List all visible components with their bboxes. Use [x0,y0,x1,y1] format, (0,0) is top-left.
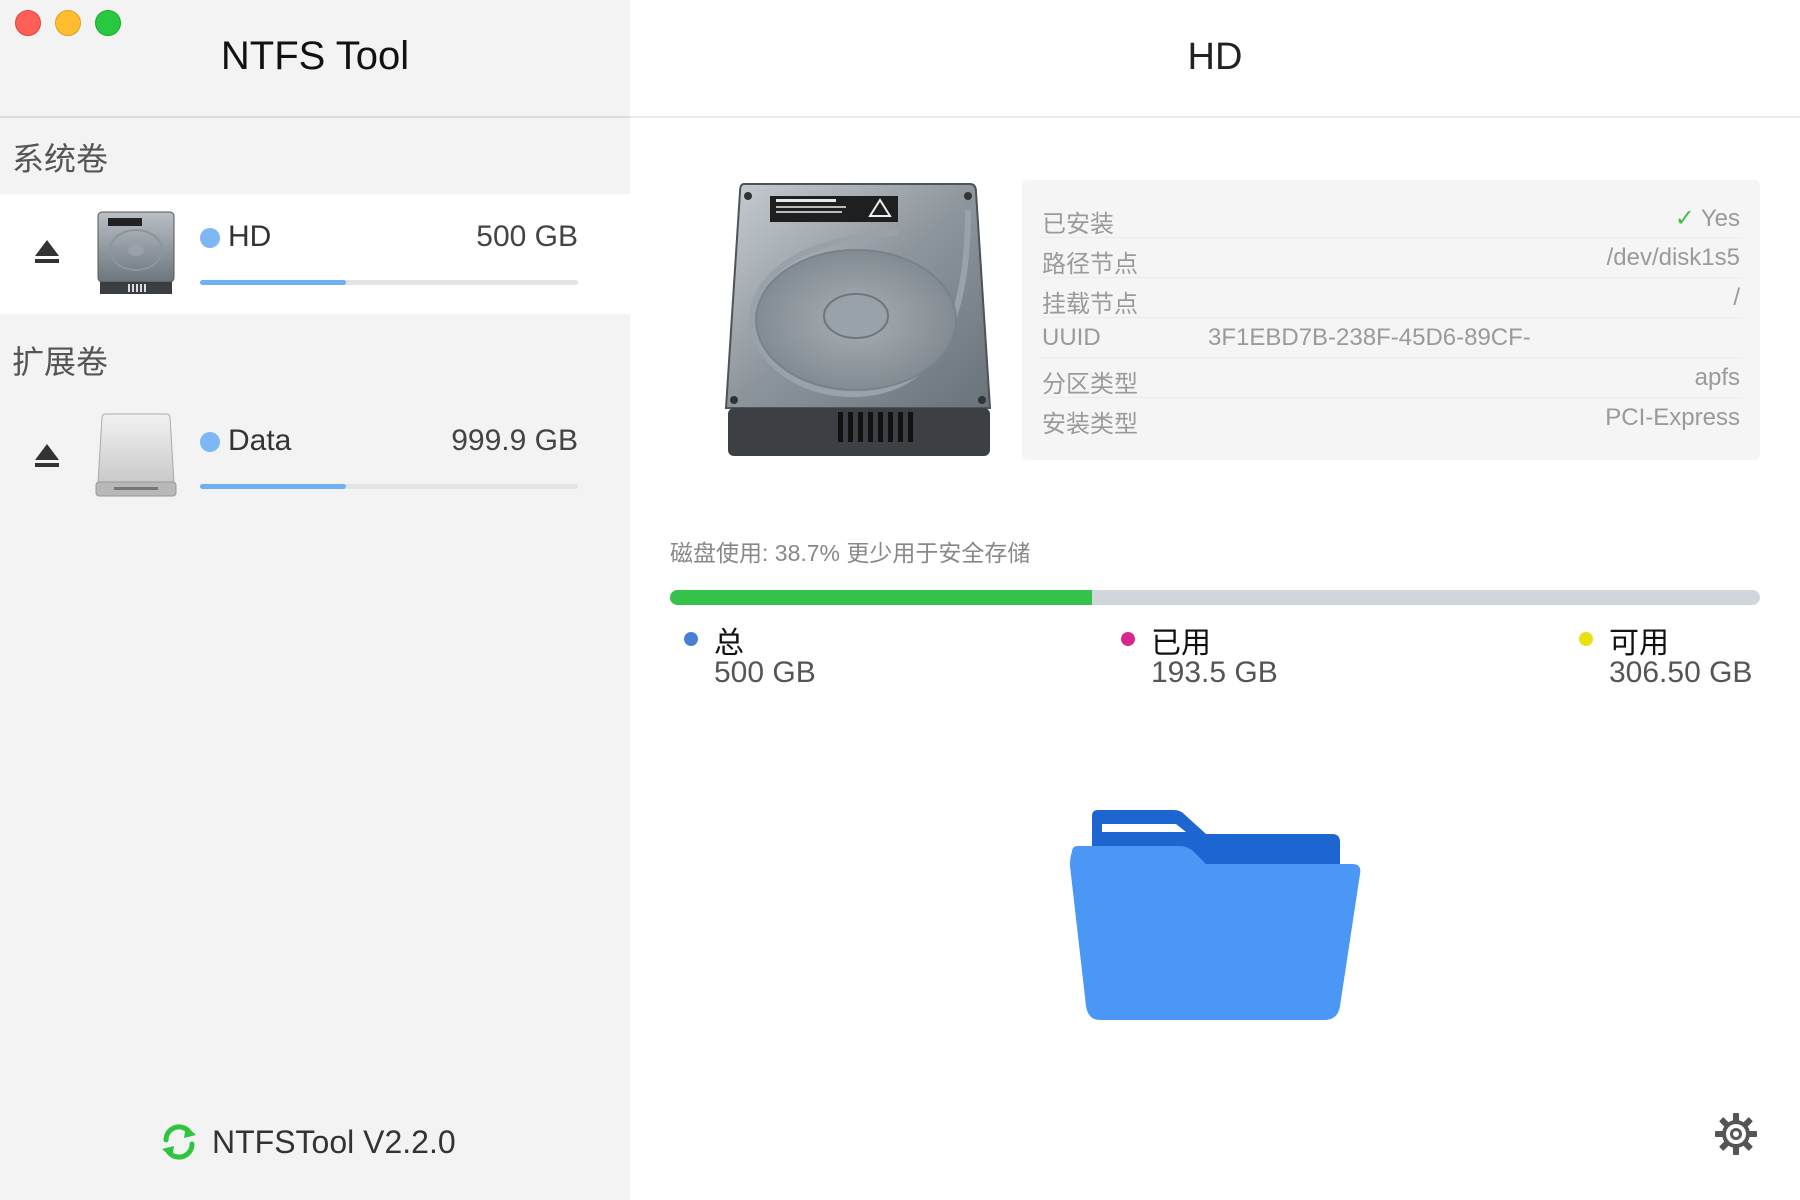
app-window: NTFS Tool 系统卷 HD 500 GB 扩展卷 Data 999.9 G… [0,0,1800,1200]
eject-icon[interactable] [32,236,62,266]
version-label: NTFSTool V2.2.0 [212,1123,456,1160]
zoom-window-button[interactable] [95,10,121,36]
info-key: 安装类型 [1042,411,1138,438]
eject-icon[interactable] [32,440,62,470]
info-row-mount-point: 挂载节点 / [1040,278,1742,318]
info-row-uuid: UUID 3F1EBD7B-238F-45D6-89CF- [1040,318,1742,358]
internal-hard-disk-icon [97,211,175,294]
legend-value: 193.5 GB [1151,656,1278,689]
info-value: PCI-Express [1605,404,1740,431]
open-folder-icon[interactable] [1066,810,1366,1020]
info-value: ✓ Yes [1675,204,1740,233]
legend-value: 306.50 GB [1609,656,1753,689]
minimize-window-button[interactable] [55,10,81,36]
volume-size: 999.9 GB [451,424,578,457]
info-row-install-type: 安装类型 PCI-Express [1040,398,1742,438]
info-key: 挂载节点 [1042,291,1138,318]
volume-name: HD [228,220,272,253]
info-key: 路径节点 [1042,251,1138,278]
section-label-system-volumes: 系统卷 [12,141,109,177]
uuid-value: 3F1EBD7B-238F-45D6-89CF- [1208,324,1531,351]
info-value: / [1733,284,1740,311]
close-window-button[interactable] [15,10,41,36]
sidebar-item-data[interactable]: Data 999.9 GB [0,398,630,518]
main-header: HD [630,0,1800,118]
sidebar-item-hd[interactable]: HD 500 GB [0,194,630,314]
version-footer[interactable]: NTFSTool V2.2.0 [160,1120,456,1164]
legend-dot [1121,632,1135,646]
main-panel: HD 已安装 ✓ Yes 路径节点 /dev/disk1s5 挂载节点 / UU… [630,0,1800,1200]
volume-usage-fill [200,484,347,489]
installed-value: Yes [1700,205,1740,232]
refresh-icon[interactable] [160,1123,198,1161]
gear-icon[interactable] [1714,1112,1758,1156]
info-key: 分区类型 [1042,371,1138,398]
volume-status-dot [200,432,220,452]
info-key: 已安装 [1042,211,1114,238]
info-key: UUID [1042,324,1101,351]
external-drive-icon [95,413,177,497]
page-title: HD [1187,36,1243,78]
legend-dot [1579,632,1593,646]
volume-usage-bar [200,484,578,489]
legend-dot [684,632,698,646]
volume-usage-bar [200,280,578,285]
volume-status-dot [200,228,220,248]
sidebar-header: NTFS Tool [0,0,630,118]
app-title: NTFS Tool [220,34,410,78]
legend-value: 500 GB [714,656,816,689]
volume-size: 500 GB [476,220,578,253]
info-row-partition-type: 分区类型 apfs [1040,358,1742,398]
info-value: /dev/disk1s5 [1606,244,1740,271]
volume-usage-fill [200,280,347,285]
disk-usage-text: 磁盘使用: 38.7% 更少用于安全存储 [670,540,1031,566]
disk-usage-bar [670,590,1760,605]
disk-usage-fill [670,590,1092,605]
checkmark-icon: ✓ [1674,205,1695,232]
section-label-extended-volumes: 扩展卷 [12,344,109,380]
info-row-device-node: 路径节点 /dev/disk1s5 [1040,238,1742,278]
volume-info-panel: 已安装 ✓ Yes 路径节点 /dev/disk1s5 挂载节点 / UUID 3… [1022,180,1760,460]
info-value: apfs [1694,364,1740,391]
info-row-installed: 已安装 ✓ Yes [1040,198,1742,238]
sidebar: NTFS Tool 系统卷 HD 500 GB 扩展卷 Data 999.9 G… [0,0,630,1200]
internal-hard-disk-icon [724,183,992,456]
volume-name: Data [228,424,292,457]
